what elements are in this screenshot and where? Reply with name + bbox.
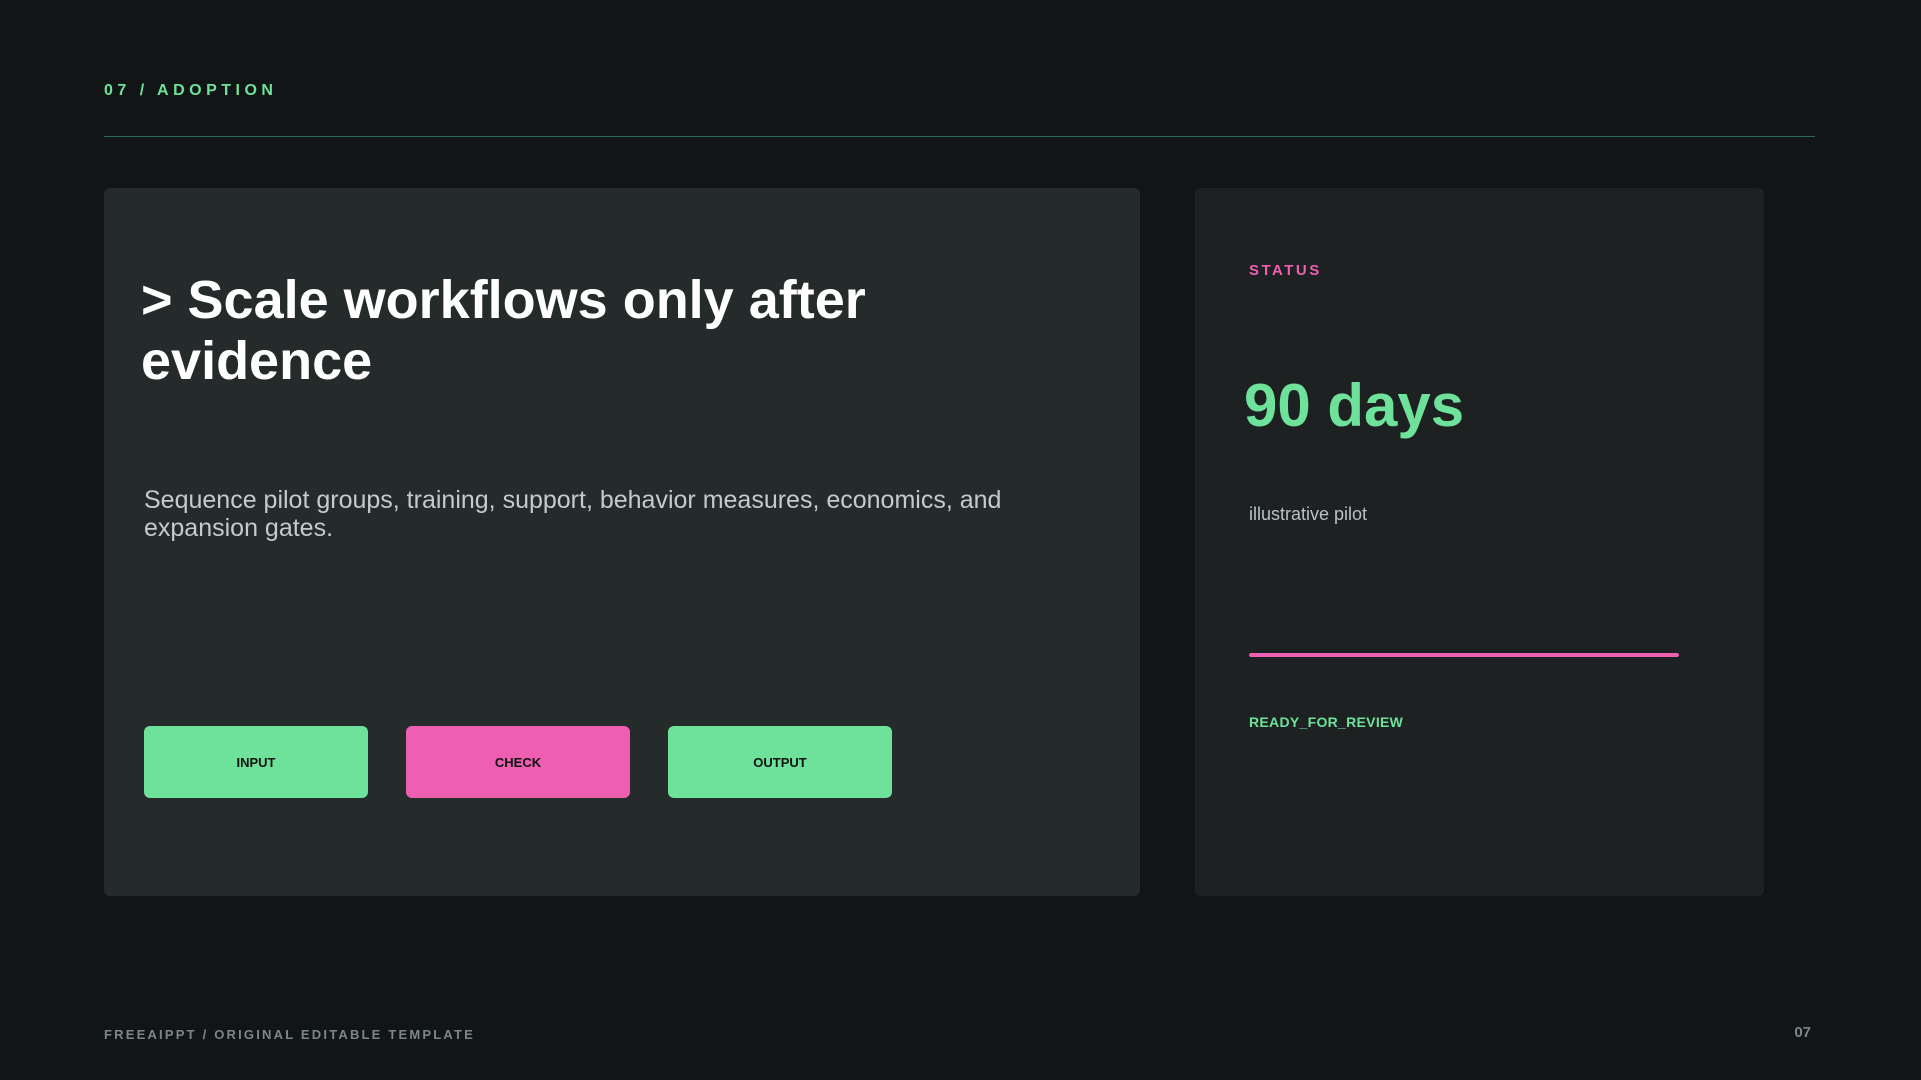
status-progress-bar [1249, 653, 1679, 657]
section-label: 07 / ADOPTION [104, 82, 278, 99]
status-note: illustrative pilot [1249, 504, 1368, 524]
input-button[interactable]: INPUT [144, 726, 368, 798]
footer-label: FREEAIPPT / ORIGINAL EDITABLE TEMPLATE [104, 1027, 476, 1042]
status-card: STATUS 90 days illustrative pilot READY_… [1195, 188, 1764, 896]
headline: > Scale workflows only after evidence [141, 270, 866, 391]
slide: 07 / ADOPTION > Scale workflows only aft… [0, 0, 1921, 1080]
subtext: Sequence pilot groups, training, support… [144, 486, 1002, 542]
status-label: STATUS [1249, 262, 1322, 279]
header-divider [104, 136, 1815, 137]
output-button[interactable]: OUTPUT [668, 726, 892, 798]
status-value: 90 days [1244, 372, 1465, 439]
main-card: > Scale workflows only after evidence Se… [104, 188, 1140, 896]
status-state-badge: READY_FOR_REVIEW [1249, 714, 1404, 730]
status-progress-fill [1249, 653, 1679, 657]
check-button[interactable]: CHECK [406, 726, 630, 798]
page-number: 07 [1794, 1024, 1811, 1041]
